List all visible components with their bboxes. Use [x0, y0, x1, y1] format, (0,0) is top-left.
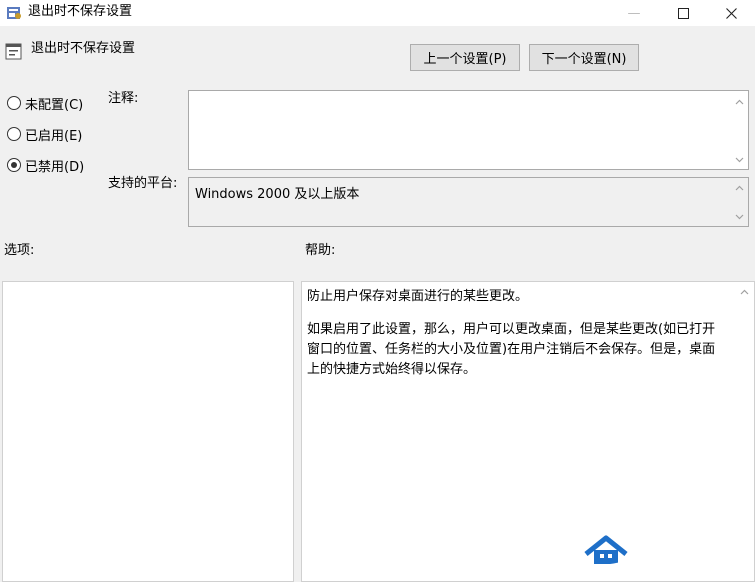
maximize-button[interactable]	[660, 0, 706, 26]
house-logo-icon	[568, 535, 637, 568]
minimize-icon: —	[627, 5, 641, 21]
platform-field: Windows 2000 及以上版本	[188, 177, 749, 227]
minimize-button[interactable]: —	[611, 0, 657, 26]
maximize-icon	[677, 7, 689, 19]
help-paragraph: 如果启用了此设置，那么，用户可以更改桌面，但是某些更改(如已打开窗口的位置、任务…	[307, 322, 716, 377]
options-panel	[2, 281, 294, 582]
radio-disabled[interactable]: 已禁用(D)	[7, 156, 85, 175]
help-paragraph: 防止用户保存对桌面进行的某些更改。	[307, 289, 529, 304]
radio-enabled[interactable]: 已启用(E)	[7, 125, 83, 144]
comment-textarea[interactable]	[188, 90, 749, 170]
scroll-down-arrow-icon[interactable]	[734, 154, 745, 165]
radio-circle-icon	[7, 96, 21, 110]
help-scrollbar[interactable]	[736, 282, 754, 581]
scroll-up-arrow-icon[interactable]	[734, 97, 745, 108]
platform-scrollbar[interactable]	[731, 178, 748, 226]
watermark-text: 系统之家	[648, 544, 729, 566]
platform-label: 支持的平台:	[108, 176, 178, 191]
comment-scrollbar[interactable]	[731, 91, 748, 169]
next-setting-button[interactable]: 下一个设置(N)	[529, 44, 639, 71]
radio-label: 已禁用(D)	[25, 159, 85, 175]
options-label: 选项:	[4, 243, 35, 258]
help-text: 防止用户保存对桌面进行的某些更改。 如果启用了此设置，那么，用户可以更改桌面，但…	[307, 287, 727, 380]
radio-label: 已启用(E)	[25, 128, 83, 144]
radio-checked-icon	[7, 158, 21, 172]
setting-name: 退出时不保存设置	[31, 41, 136, 56]
scroll-up-arrow-icon[interactable]	[739, 287, 750, 298]
scroll-down-arrow-icon[interactable]	[734, 211, 745, 222]
policy-setting-icon	[5, 43, 22, 60]
radio-circle-icon	[7, 127, 21, 141]
scroll-up-arrow-icon[interactable]	[734, 183, 745, 194]
platform-value: Windows 2000 及以上版本	[195, 187, 360, 202]
radio-not-configured[interactable]: 未配置(C)	[7, 94, 84, 113]
radio-label: 未配置(C)	[25, 97, 84, 113]
help-label: 帮助:	[305, 243, 336, 258]
comment-label: 注释:	[108, 91, 139, 106]
close-button[interactable]	[708, 0, 754, 26]
previous-setting-button[interactable]: 上一个设置(P)	[410, 44, 520, 71]
close-icon	[725, 7, 737, 19]
gpedit-policy-icon	[7, 7, 21, 19]
window-title: 退出时不保存设置	[28, 4, 133, 19]
